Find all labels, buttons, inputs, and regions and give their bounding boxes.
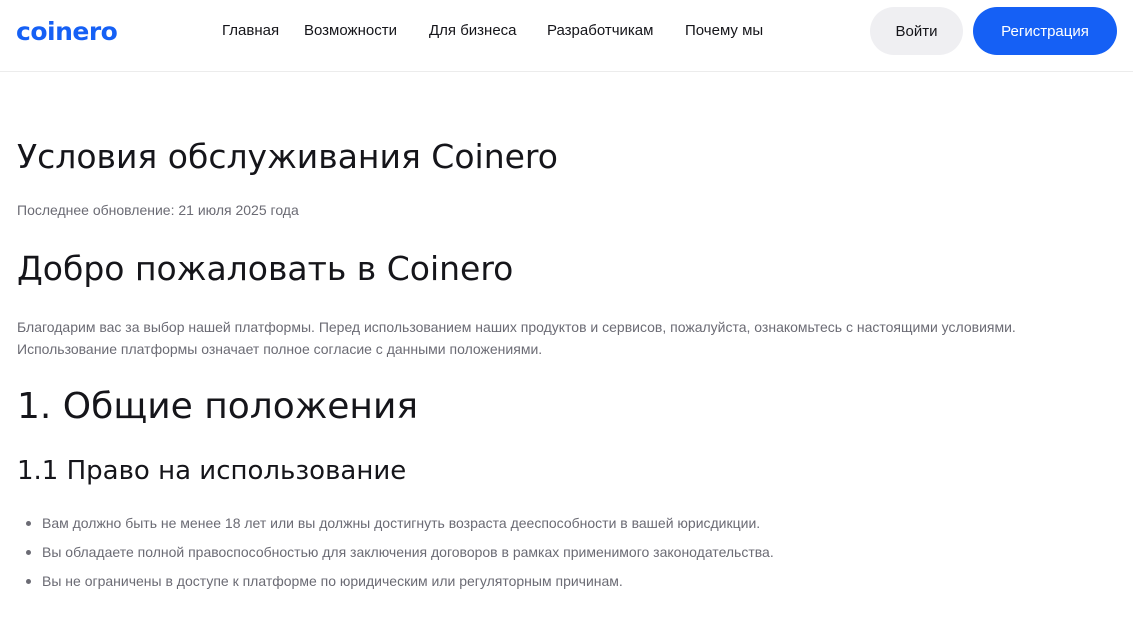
welcome-heading: Добро пожаловать в Coinero [17,249,514,288]
list-item-text: Вы не ограничены в доступе к платформе п… [42,573,623,589]
list-item-text: Вы обладаете полной правоспособностью дл… [42,544,774,560]
nav-item-business[interactable]: Для бизнеса [429,21,517,41]
intro-paragraph: Благодарим вас за выбор нашей платформы.… [17,319,1016,357]
nav-item-home[interactable]: Главная [222,21,279,41]
list-item: Вы обладаете полной правоспособностью дл… [17,541,774,563]
nav-item-developers[interactable]: Разработчикам [547,21,653,41]
list-item-text: Вам должно быть не менее 18 лет или вы д… [42,515,761,531]
page-title: Условия обслуживания Coinero [17,137,558,176]
subsection-heading-eligibility: 1.1 Право на использование [17,456,407,486]
section-heading-general: 1. Общие положения [17,386,418,427]
eligibility-list: Вам должно быть не менее 18 лет или вы д… [17,512,774,599]
bullet-icon [26,550,31,555]
login-button[interactable]: Войти [870,7,963,55]
bullet-icon [26,521,31,526]
last-updated-text: Последнее обновление: 21 июля 2025 года [17,202,299,218]
list-item: Вы не ограничены в доступе к платформе п… [17,570,774,592]
site-header: coinero Главная Возможности Для бизнеса … [0,0,1133,72]
nav-item-features[interactable]: Возможности [304,21,397,41]
bullet-icon [26,579,31,584]
nav-item-why-us[interactable]: Почему мы [685,21,763,41]
register-button[interactable]: Регистрация [973,7,1117,55]
list-item: Вам должно быть не менее 18 лет или вы д… [17,512,774,534]
logo[interactable]: coinero [16,15,118,49]
